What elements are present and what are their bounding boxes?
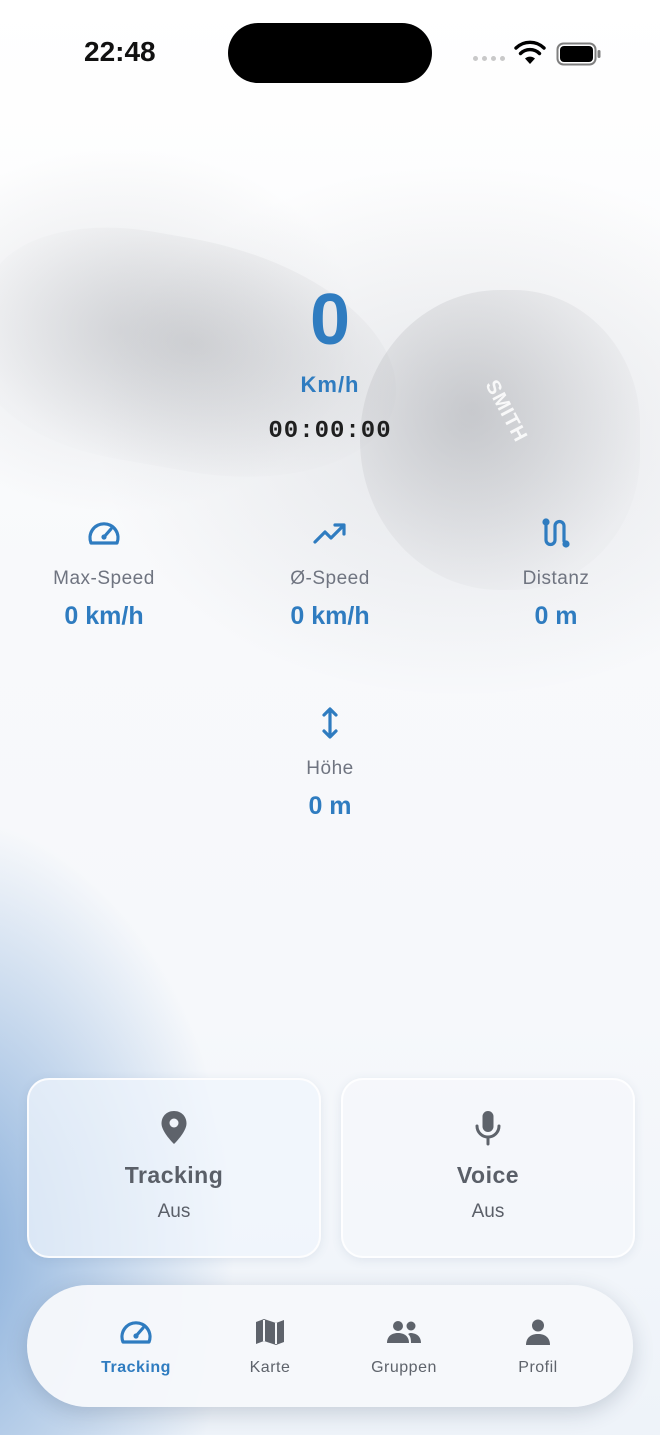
current-speed-value: 0 bbox=[309, 280, 351, 360]
elapsed-timer: 00:00:00 bbox=[268, 418, 392, 445]
wifi-icon bbox=[514, 40, 546, 64]
current-speed-unit: Km/h bbox=[300, 372, 360, 397]
route-icon bbox=[542, 518, 570, 548]
vertical-arrows-icon bbox=[322, 707, 338, 739]
speedometer-icon bbox=[120, 1321, 152, 1344]
altitude-value: 0 m bbox=[308, 792, 352, 820]
stat-distance: Distanz 0 m bbox=[456, 516, 656, 631]
voice-toggle-state: Aus bbox=[471, 1201, 505, 1222]
altitude-label: Höhe bbox=[306, 758, 354, 779]
location-pin-icon bbox=[161, 1111, 187, 1144]
map-icon bbox=[256, 1319, 284, 1345]
trending-up-icon bbox=[313, 523, 346, 544]
tab-gruppen-label: Gruppen bbox=[371, 1359, 437, 1376]
avg-speed-value: 0 km/h bbox=[290, 602, 370, 630]
tab-gruppen[interactable]: Gruppen bbox=[334, 1315, 474, 1377]
avg-speed-label: Ø-Speed bbox=[290, 568, 370, 589]
tracking-toggle-state: Aus bbox=[157, 1201, 191, 1222]
tab-tracking[interactable]: Tracking bbox=[66, 1315, 206, 1377]
tab-tracking-label: Tracking bbox=[101, 1359, 171, 1376]
speedometer-icon bbox=[88, 522, 120, 545]
battery-icon bbox=[556, 42, 601, 66]
dynamic-island bbox=[228, 23, 432, 83]
distance-value: 0 m bbox=[534, 602, 578, 630]
max-speed-value: 0 km/h bbox=[64, 602, 144, 630]
stat-altitude: Höhe 0 m bbox=[230, 706, 430, 821]
signal-icon bbox=[473, 56, 505, 61]
distance-label: Distanz bbox=[522, 568, 590, 589]
tab-profil-label: Profil bbox=[518, 1359, 558, 1376]
status-time: 22:48 bbox=[84, 36, 156, 67]
max-speed-label: Max-Speed bbox=[53, 568, 155, 589]
person-icon bbox=[526, 1319, 550, 1345]
voice-toggle-card[interactable]: Voice Aus bbox=[341, 1078, 635, 1258]
tracking-toggle-card[interactable]: Tracking Aus bbox=[27, 1078, 321, 1258]
microphone-icon bbox=[475, 1111, 501, 1146]
tab-karte-label: Karte bbox=[249, 1359, 291, 1376]
tracking-toggle-title: Tracking bbox=[124, 1162, 224, 1188]
bottom-tab-bar: Tracking Karte Gruppen Profil bbox=[27, 1285, 633, 1407]
tab-profil[interactable]: Profil bbox=[468, 1315, 608, 1377]
group-icon bbox=[387, 1321, 421, 1343]
stat-max-speed: Max-Speed 0 km/h bbox=[4, 516, 204, 631]
tab-karte[interactable]: Karte bbox=[200, 1315, 340, 1377]
voice-toggle-title: Voice bbox=[456, 1162, 520, 1188]
stat-avg-speed: Ø-Speed 0 km/h bbox=[230, 516, 430, 631]
